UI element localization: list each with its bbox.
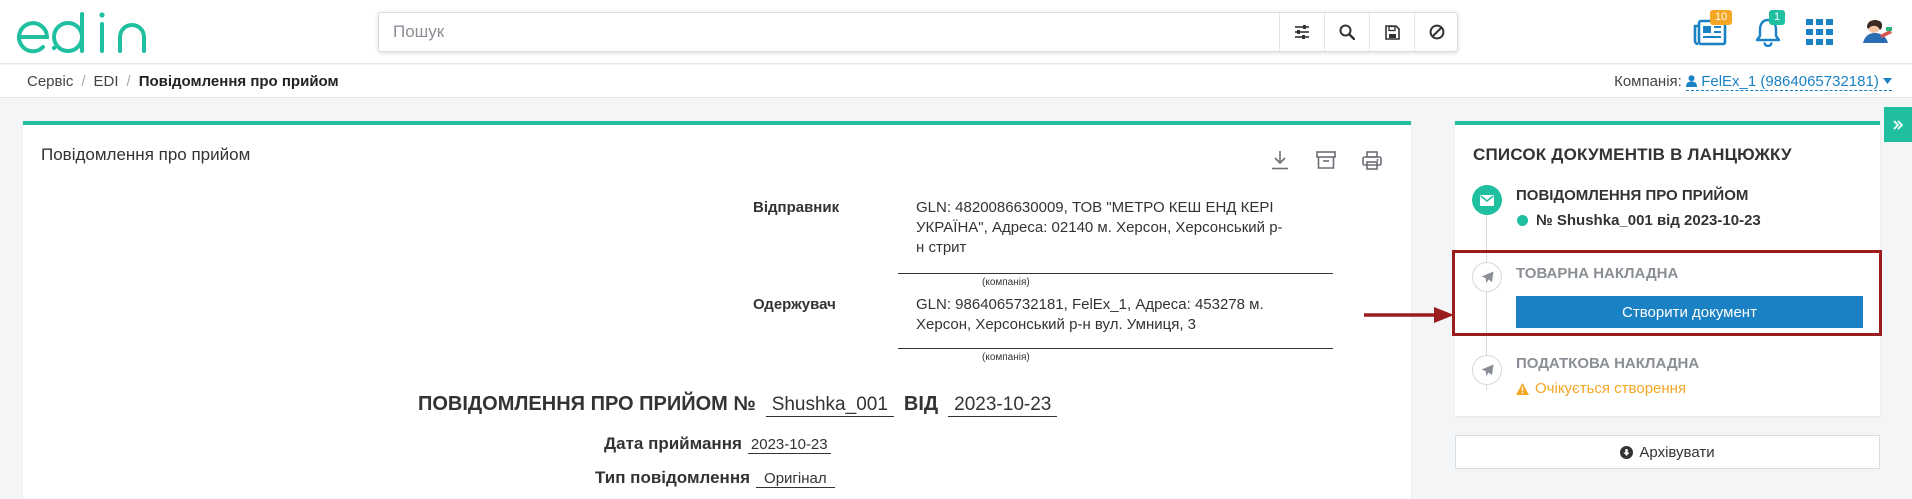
- sender-label: Відправник: [753, 199, 840, 216]
- search-input[interactable]: [379, 13, 1279, 51]
- document-date: 2023-10-23: [948, 394, 1058, 417]
- chain-panel-title: СПИСОК ДОКУМЕНТІВ В ЛАНЦЮЖКУ: [1473, 145, 1792, 164]
- search-icon: [1339, 24, 1355, 40]
- breadcrumb-bar: Сервіс / EDI / Повідомлення про прийом Компа…: [0, 65, 1912, 98]
- breadcrumb-edi-link[interactable]: EDI: [94, 73, 119, 90]
- filter-icon: [1295, 25, 1309, 39]
- receiver-label: Одержувач: [753, 296, 836, 313]
- receiver-company-caption: (компанія): [982, 352, 1030, 363]
- step-1-document-link[interactable]: № Shushka_001 від 2023-10-23: [1516, 212, 1761, 229]
- step-3-status-text: Очікується створення: [1535, 380, 1687, 397]
- floppy-icon: [1384, 24, 1400, 40]
- document-from-label: ВІД: [903, 393, 939, 415]
- notifications-button[interactable]: 1: [1750, 10, 1786, 50]
- archive-button[interactable]: Архівувати: [1455, 435, 1880, 469]
- save-search-button[interactable]: [1369, 13, 1414, 51]
- step-3-icon: [1472, 355, 1502, 385]
- search-button[interactable]: [1324, 13, 1369, 51]
- arrow-circle-down-icon: [1620, 445, 1634, 459]
- news-button[interactable]: 10: [1692, 10, 1733, 50]
- receiver-underline: [898, 348, 1333, 349]
- breadcrumb: Сервіс / EDI / Повідомлення про прийом: [27, 73, 339, 90]
- archive-button-label: Архівувати: [1639, 443, 1715, 461]
- ban-icon: [1429, 24, 1445, 40]
- clear-search-button[interactable]: [1414, 13, 1459, 51]
- status-dot: [1517, 215, 1528, 226]
- accept-date-row: Дата приймання 2023-10-23: [604, 434, 831, 454]
- step-3-name: ПОДАТКОВА НАКЛАДНА: [1516, 355, 1700, 372]
- pointer-arrow: [1364, 307, 1454, 323]
- user-avatar[interactable]: [1855, 14, 1895, 50]
- apps-grid-icon: [1806, 19, 1833, 45]
- user-icon: [1686, 75, 1698, 87]
- step-1-name: ПОВІДОМЛЕННЯ ПРО ПРИЙОМ: [1516, 187, 1749, 204]
- receiver-value: GLN: 9864065732181, FelEx_1, Адреса: 453…: [916, 296, 1264, 333]
- step-3-status: Очікується створення: [1516, 380, 1686, 397]
- document-card-title: Повідомлення про прийом: [41, 145, 251, 164]
- company-dropdown[interactable]: FelEx_1 (9864065732181): [1686, 73, 1892, 91]
- document-heading: ПОВІДОМЛЕННЯ ПРО ПРИЙОМ № Shushka_001 ВІ…: [418, 393, 1058, 417]
- breadcrumb-current: Повідомлення про прийом: [138, 73, 339, 90]
- company-name: FelEx_1 (9864065732181): [1701, 73, 1879, 90]
- message-type-value: Оригінал: [756, 470, 835, 488]
- warning-icon: [1516, 382, 1529, 395]
- step-1-icon: [1472, 185, 1502, 215]
- breadcrumb-separator: /: [126, 73, 131, 90]
- envelope-icon: [1480, 194, 1494, 206]
- archive-icon-button[interactable]: [1312, 147, 1340, 173]
- highlight-box: [1452, 250, 1882, 336]
- panel-collapse-toggle[interactable]: [1884, 107, 1912, 142]
- document-number: Shushka_001: [765, 394, 894, 417]
- sender-value: GLN: 4820086630009, ТОВ "МЕТРО КЕШ ЕНД К…: [916, 199, 1283, 256]
- news-count-badge: 10: [1710, 10, 1733, 25]
- print-button[interactable]: [1358, 147, 1386, 173]
- apps-menu-button[interactable]: [1805, 14, 1835, 50]
- filter-button[interactable]: [1279, 13, 1324, 51]
- breadcrumb-service-link[interactable]: Сервіс: [27, 73, 73, 90]
- download-button[interactable]: [1266, 147, 1294, 173]
- double-chevron-right-icon: [1893, 119, 1903, 130]
- download-icon: [1272, 151, 1288, 170]
- caret-down-icon: [1883, 78, 1892, 84]
- printer-icon: [1362, 150, 1382, 170]
- company-label: Компанія:: [1614, 73, 1682, 90]
- sender-underline: [898, 273, 1333, 274]
- document-card: Повідомлення про прийом Відправник GLN: …: [23, 121, 1411, 499]
- edin-logo[interactable]: [16, 10, 158, 56]
- document-heading-prefix: ПОВІДОМЛЕННЯ ПРО ПРИЙОМ №: [418, 393, 756, 415]
- avatar-icon: [1860, 17, 1892, 47]
- breadcrumb-separator: /: [81, 73, 86, 90]
- top-header: 10 1: [0, 0, 1912, 64]
- accept-date-value: 2023-10-23: [747, 436, 831, 454]
- message-type-row: Тип повідомлення Оригінал: [595, 468, 835, 488]
- paper-plane-icon: [1481, 364, 1493, 376]
- accept-date-label: Дата приймання: [604, 434, 742, 453]
- company-selector: Компанія: FelEx_1 (9864065732181): [1614, 73, 1892, 91]
- sender-company-caption: (компанія): [982, 277, 1030, 288]
- message-type-label: Тип повідомлення: [595, 468, 751, 487]
- step-1-document-number: № Shushka_001 від 2023-10-23: [1536, 212, 1761, 229]
- archive-box-icon: [1316, 151, 1336, 169]
- search-bar: [378, 12, 1458, 52]
- notification-count-badge: 1: [1769, 10, 1786, 25]
